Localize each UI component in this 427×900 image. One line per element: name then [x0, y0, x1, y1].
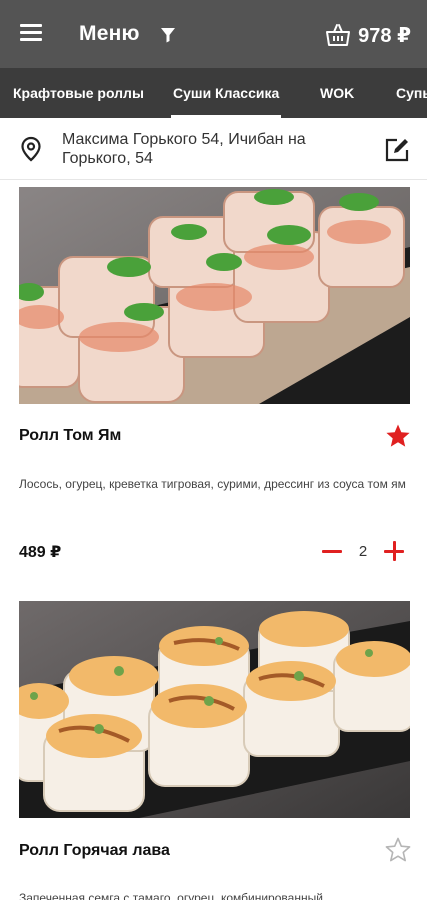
hamburger-menu-icon[interactable] [20, 24, 42, 44]
quantity-value: 2 [358, 542, 368, 560]
product-card: Ролл Том Ям Лосось, огурец, креветка тиг… [0, 187, 427, 577]
edit-icon[interactable] [383, 136, 411, 164]
plus-icon[interactable] [383, 540, 405, 562]
product-description: Лосось, огурец, креветка тигровая, сурим… [19, 477, 406, 491]
product-name: Ролл Том Ям [19, 427, 122, 444]
product-image[interactable] [19, 187, 410, 404]
cart-button[interactable]: 978 ₽ [325, 19, 411, 51]
location-pin-icon [21, 136, 41, 162]
tab-craft-rolls[interactable]: Крафтовые роллы [13, 68, 144, 118]
filter-icon[interactable] [158, 25, 178, 45]
product-price: 489 ₽ [19, 544, 62, 561]
page-title: Меню [79, 22, 140, 45]
top-app-bar: Меню 978 ₽ [0, 0, 427, 68]
cart-total: 978 ₽ [358, 24, 411, 47]
product-card: Ролл Горячая лава Запеченная семга с там… [0, 601, 427, 900]
address-text: Максима Горького 54, Ичибан на Горького,… [62, 131, 306, 167]
product-image[interactable] [19, 601, 410, 818]
basket-icon [326, 24, 351, 46]
delivery-address-row[interactable]: Максима Горького 54, Ичибан на Горького,… [0, 118, 427, 180]
product-name: Ролл Горячая лава [19, 842, 170, 859]
star-filled-icon[interactable] [385, 423, 411, 449]
quantity-stepper: 2 [321, 539, 405, 563]
tab-sushi-classic[interactable]: Суши Классика [170, 68, 282, 118]
minus-icon[interactable] [321, 540, 343, 562]
category-tabs: Крафтовые роллы Суши Классика WOK Супы [0, 68, 427, 118]
tab-wok[interactable]: WOK [320, 68, 354, 118]
product-description: Запеченная семга с тамаго, огурец, комби… [19, 891, 323, 900]
star-outline-icon[interactable] [385, 837, 411, 863]
tab-soups[interactable]: Супы [396, 68, 427, 118]
